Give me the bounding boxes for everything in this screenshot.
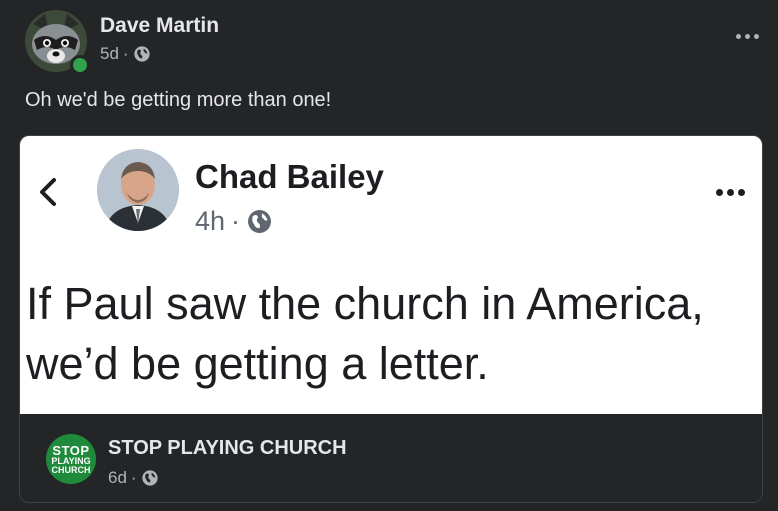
post-meta: 5d ·	[100, 44, 151, 64]
chevron-left-icon	[40, 178, 56, 206]
post-time[interactable]: 5d	[100, 44, 119, 64]
author-name[interactable]: Dave Martin	[100, 14, 219, 38]
meta-separator: ·	[122, 44, 129, 63]
globe-icon	[141, 470, 158, 486]
inner-text-line1: If Paul saw the church in America,	[26, 278, 704, 329]
source-page-meta: 6d ·	[108, 468, 159, 488]
source-page-bar: STOP PLAYING CHURCH STOP PLAYING CHURCH …	[20, 414, 762, 502]
post-header: Dave Martin 5d ·	[25, 10, 765, 75]
page-logo[interactable]: STOP PLAYING CHURCH	[46, 434, 96, 484]
inner-author-avatar	[97, 149, 179, 231]
logo-line1: STOP	[52, 442, 90, 458]
shared-screenshot-image[interactable]: Chad Bailey 4h · If Paul saw the church …	[20, 136, 762, 414]
logo-line3: CHURCH	[51, 464, 91, 475]
inner-more-icon	[710, 184, 750, 200]
more-horizontal-icon	[735, 33, 741, 39]
shared-post-card[interactable]: Chad Bailey 4h · If Paul saw the church …	[19, 135, 763, 503]
inner-post-text: If Paul saw the church in America, we’d …	[26, 274, 762, 394]
inner-post-meta: 4h ·	[195, 206, 273, 237]
online-status-dot	[70, 55, 90, 75]
inner-author-name: Chad Bailey	[195, 158, 384, 195]
inner-meta-separator: ·	[231, 206, 241, 236]
person-avatar-image	[97, 149, 179, 231]
source-meta-separator: ·	[130, 468, 137, 487]
globe-icon	[248, 210, 272, 233]
globe-icon	[133, 46, 150, 62]
post-caption: Oh we'd be getting more than one!	[25, 89, 332, 111]
source-page-name[interactable]: STOP PLAYING CHURCH	[108, 437, 347, 460]
source-post-time[interactable]: 6d	[108, 468, 127, 488]
more-options-button[interactable]	[729, 24, 765, 48]
inner-post-time: 4h	[195, 206, 226, 236]
inner-text-line2: we’d be getting a letter.	[26, 338, 489, 389]
